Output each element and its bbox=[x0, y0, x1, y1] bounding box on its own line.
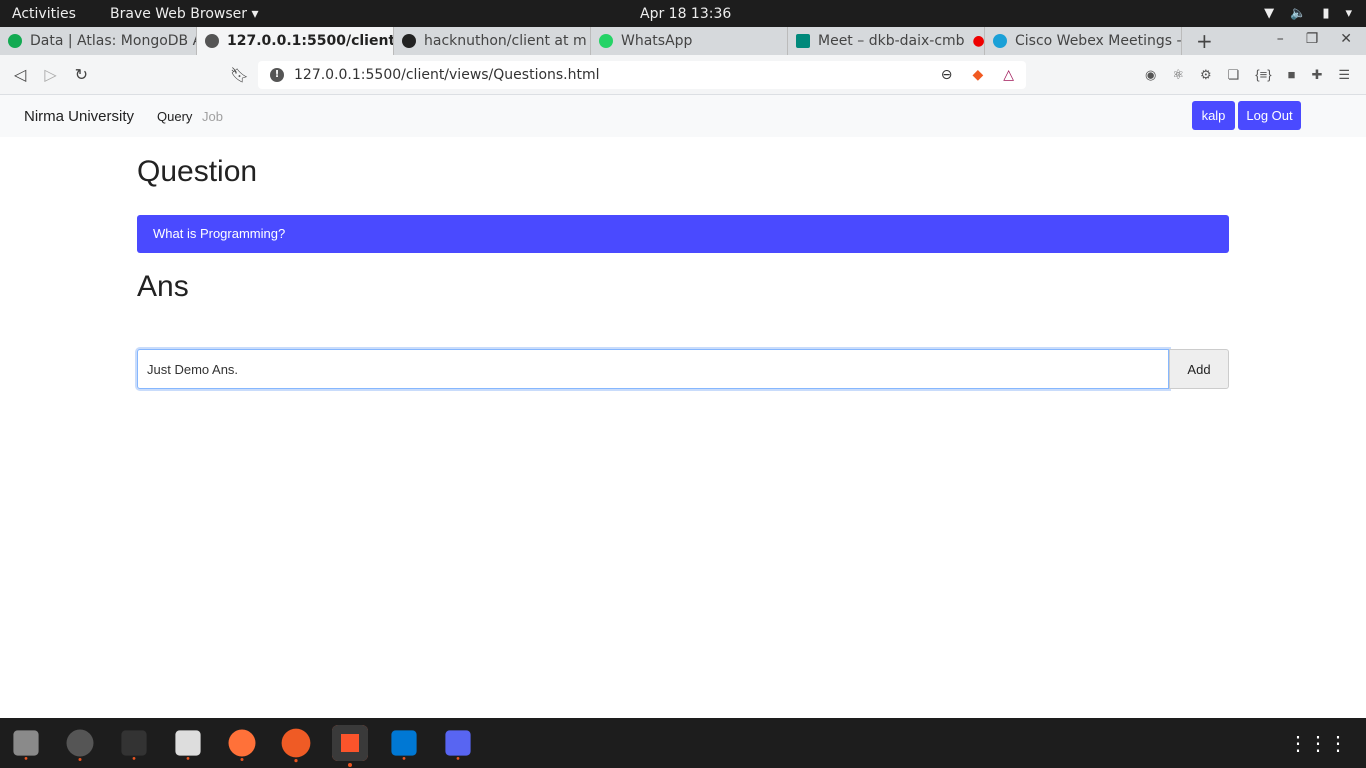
wifi-icon: ▼ bbox=[1264, 6, 1275, 21]
new-tab-button[interactable]: + bbox=[1182, 27, 1227, 55]
restore-button[interactable]: ❐ bbox=[1306, 31, 1319, 47]
clock-app-icon[interactable] bbox=[66, 729, 94, 761]
close-window-button[interactable]: ✕ bbox=[1340, 31, 1352, 47]
text-editor-icon[interactable] bbox=[175, 730, 201, 760]
whatsapp-icon bbox=[599, 34, 613, 48]
app-menu[interactable]: Brave Web Browser ▾ bbox=[110, 6, 258, 22]
json-extension-icon[interactable]: {≡} bbox=[1255, 67, 1271, 83]
tab-title: 127.0.0.1:5500/client bbox=[227, 33, 394, 49]
forward-button[interactable]: ▷ bbox=[44, 65, 56, 85]
tab-title: WhatsApp bbox=[621, 33, 693, 49]
puzzle-icon[interactable]: ✚ bbox=[1311, 67, 1322, 83]
chevron-down-icon: ▾ bbox=[1345, 6, 1352, 21]
tab-title: Data | Atlas: MongoDB A bbox=[30, 33, 197, 49]
terminal-icon[interactable] bbox=[121, 730, 147, 760]
discord-icon[interactable] bbox=[445, 730, 471, 760]
system-top-bar: Activities Brave Web Browser ▾ Apr 18 13… bbox=[0, 0, 1366, 27]
battery-icon: ▮ bbox=[1322, 6, 1330, 21]
question-text: What is Programming? bbox=[137, 215, 1229, 253]
browser-tab-active[interactable]: 127.0.0.1:5500/client✕ bbox=[197, 27, 394, 55]
reload-button[interactable]: ↻ bbox=[75, 65, 88, 85]
question-heading: Question bbox=[137, 155, 258, 188]
url-text[interactable]: 127.0.0.1:5500/client/views/Questions.ht… bbox=[294, 67, 600, 83]
zoom-icon[interactable]: ⊖ bbox=[941, 67, 953, 83]
files-icon[interactable] bbox=[13, 730, 39, 760]
activities-button[interactable]: Activities bbox=[12, 6, 76, 22]
brand[interactable]: Nirma University bbox=[24, 108, 134, 125]
postman-icon[interactable] bbox=[281, 728, 311, 763]
webex-icon bbox=[993, 34, 1007, 48]
browser-tab[interactable]: Data | Atlas: MongoDB A bbox=[0, 27, 197, 55]
back-button[interactable]: ◁ bbox=[14, 65, 26, 85]
bookmark-icon[interactable]: 🔖︎ bbox=[230, 66, 249, 84]
tab-strip: Data | Atlas: MongoDB A 127.0.0.1:5500/c… bbox=[0, 27, 1366, 55]
brave-icon[interactable] bbox=[332, 725, 368, 767]
tab-favicon-icon bbox=[8, 34, 22, 48]
nav-link-query[interactable]: Query bbox=[157, 109, 192, 124]
react-devtools-icon[interactable]: ⚛ bbox=[1172, 67, 1184, 83]
extension-icon[interactable]: ◉ bbox=[1145, 67, 1156, 83]
minimize-button[interactable]: – bbox=[1277, 31, 1284, 47]
brave-shields-icon[interactable]: ◆ bbox=[972, 67, 983, 83]
vscode-icon[interactable] bbox=[391, 730, 417, 760]
volume-icon: 🔈 bbox=[1290, 6, 1307, 21]
nav-link-job[interactable]: Job bbox=[202, 109, 223, 124]
globe-icon bbox=[205, 34, 219, 48]
address-bar-row: ◁ ▷ ↻ 🔖︎ ! 127.0.0.1:5500/client/views/Ques… bbox=[0, 55, 1366, 95]
url-bar[interactable]: ! 127.0.0.1:5500/client/views/Questions.h… bbox=[258, 60, 1026, 89]
user-button[interactable]: kalp bbox=[1192, 101, 1235, 130]
answer-heading: Ans bbox=[137, 270, 189, 303]
recording-icon: ● bbox=[972, 33, 985, 49]
browser-tab[interactable]: hacknuthon/client at m bbox=[394, 27, 591, 55]
site-navbar: Nirma University Query Job kalp Log Out bbox=[0, 95, 1366, 137]
dock: ⋮⋮⋮ bbox=[0, 718, 1366, 768]
copy-extension-icon[interactable]: ❏ bbox=[1228, 67, 1240, 83]
info-icon[interactable]: ! bbox=[270, 67, 284, 82]
firefox-icon[interactable] bbox=[228, 729, 256, 761]
meet-icon bbox=[796, 34, 810, 48]
add-button[interactable]: Add bbox=[1169, 349, 1229, 389]
tab-title: Meet – dkb-daix-cmb bbox=[818, 33, 965, 49]
menu-icon[interactable]: ☰ bbox=[1338, 67, 1350, 83]
extensions-bar: ◉ ⚛ ⚙ ❏ {≡} ■ ✚ ☰ bbox=[1145, 67, 1350, 83]
browser-tab[interactable]: Cisco Webex Meetings - bbox=[985, 27, 1182, 55]
tab-title: Cisco Webex Meetings - bbox=[1015, 33, 1182, 49]
tab-title: hacknuthon/client at m bbox=[424, 33, 587, 49]
browser-tab[interactable]: WhatsApp bbox=[591, 27, 788, 55]
clock[interactable]: Apr 18 13:36 bbox=[640, 6, 731, 22]
dark-extension-icon[interactable]: ■ bbox=[1288, 67, 1296, 83]
answer-input[interactable] bbox=[137, 349, 1169, 389]
system-tray[interactable]: ▼ 🔈 ▮ ▾ bbox=[1264, 6, 1352, 21]
github-icon bbox=[402, 34, 416, 48]
logout-button[interactable]: Log Out bbox=[1238, 101, 1301, 130]
brave-rewards-icon[interactable]: △ bbox=[1003, 67, 1014, 83]
settings-extension-icon[interactable]: ⚙ bbox=[1200, 67, 1212, 83]
browser-tab[interactable]: Meet – dkb-daix-cmb ● bbox=[788, 27, 985, 55]
show-apps-icon[interactable]: ⋮⋮⋮ bbox=[1288, 731, 1348, 756]
